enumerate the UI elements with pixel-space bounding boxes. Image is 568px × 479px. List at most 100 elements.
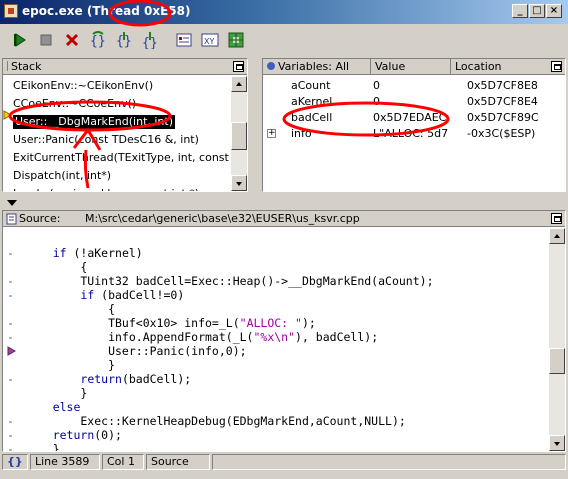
xy-icon: XY (201, 33, 219, 47)
svg-text:XY: XY (204, 37, 214, 46)
step-out-button[interactable]: {} (140, 30, 160, 50)
status-bar: {} Line 3589 Col 1 Source (2, 453, 566, 471)
breakpoint-marker[interactable]: - (7, 246, 19, 260)
registers-icon (228, 32, 244, 48)
code-text: } (25, 442, 60, 452)
variable-value[interactable]: L"ALLOC: 5d7... (373, 126, 449, 142)
step-into-button[interactable]: {} (114, 30, 134, 50)
step-over-button[interactable]: {} (88, 30, 108, 50)
value-column-header[interactable]: Value (371, 59, 451, 75)
breakpoint-marker[interactable]: - (7, 288, 19, 302)
variables-pane: Variables: All Value Location aCount 0 0x5… (262, 58, 566, 192)
variable-value[interactable]: 0 (373, 78, 449, 94)
source-mode-selector[interactable]: Source (146, 454, 210, 470)
step-out-icon: {} (142, 32, 158, 49)
variable-location: 0x5D7CF8E4 (467, 95, 538, 108)
variable-location: -0x3C($ESP) (467, 127, 536, 140)
scroll-up-button[interactable] (231, 76, 247, 92)
variable-location: 0x5D7CF89C (467, 111, 539, 124)
variables-header-label: Variables: All (278, 60, 350, 73)
breakpoint-marker[interactable]: - (7, 372, 19, 386)
app-icon[interactable] (4, 4, 18, 18)
source-scrollbar[interactable] (549, 228, 565, 451)
functions-popup-button[interactable]: {} (2, 454, 28, 470)
code-text: { (25, 302, 116, 316)
scroll-down-button[interactable] (549, 435, 565, 451)
column-indicator: Col 1 (102, 454, 144, 470)
close-button[interactable]: × (546, 4, 562, 18)
stack-frame[interactable]: Invoke(unsigned long, const int *) (13, 187, 199, 191)
scroll-thumb[interactable] (549, 348, 565, 374)
expressions-button[interactable]: XY (200, 30, 220, 50)
location-column-header[interactable]: Location (451, 59, 565, 75)
window-title: epoc.exe (Thread 0xE58) (22, 4, 191, 18)
pin-icon[interactable] (233, 61, 244, 72)
breakpoint-marker[interactable]: - (7, 316, 19, 330)
code-text: TBuf<0x10> info=_L("ALLOC: "); (25, 316, 316, 330)
breakpoints-button[interactable] (174, 30, 194, 50)
scroll-up-button[interactable] (549, 228, 565, 244)
stack-frame[interactable]: CEikonEnv::~CEikonEnv() (13, 79, 153, 93)
code-text: return(0); (52, 428, 122, 442)
line-indicator: Line 3589 (30, 454, 100, 470)
stack-frame[interactable]: User::__DbgMarkEnd(int, int) (13, 115, 176, 129)
breakpoints-icon (176, 33, 192, 47)
step-over-icon: {} (90, 31, 106, 49)
title-bar: epoc.exe (Thread 0xE58) _ □ × (0, 0, 568, 24)
source-code-view[interactable]: - if (!aKernel) {- TUint32 badCell=Exec:… (3, 228, 548, 451)
maximize-button[interactable]: □ (529, 4, 545, 18)
code-text: if (!aKernel) (52, 246, 143, 260)
code-text: User::Panic(info,0); (25, 344, 247, 358)
current-line-arrow-icon[interactable] (7, 344, 19, 358)
stack-frame[interactable]: ExitCurrentThread(TExitType, int, const … (13, 151, 247, 165)
scroll-down-button[interactable] (231, 175, 247, 191)
minimize-button[interactable]: _ (512, 4, 528, 18)
status-message (212, 454, 566, 470)
code-text: info.AppendFormat(_L("%x\n"), badCell); (25, 330, 379, 344)
source-path: M:\src\cedar\generic\base\e32\EUSER\us_k… (85, 212, 360, 225)
current-frame-arrow-icon (3, 110, 13, 120)
code-text: TUint32 badCell=Exec::Heap()->__DbgMarkE… (25, 274, 434, 288)
variable-value[interactable]: 0x5D7EDAEC (373, 110, 449, 126)
collapse-icon[interactable] (6, 198, 20, 208)
stack-frame[interactable]: User::Panic(const TDesC16 &, int) (13, 133, 199, 147)
code-text: } (25, 358, 116, 372)
scroll-thumb[interactable] (231, 122, 247, 150)
run-button[interactable] (10, 30, 30, 50)
expand-icon[interactable]: + (267, 129, 276, 138)
breakpoint-marker[interactable]: - (7, 330, 19, 344)
stack-frame[interactable]: CCoeEnv::~CCoeEnv() (13, 97, 136, 111)
kill-button[interactable] (62, 30, 82, 50)
code-text: } (25, 386, 88, 400)
stack-pane: Stack CEikonEnv::~CEikonEnv()CCoeEnv::~C… (2, 58, 248, 192)
stack-header-label: Stack (11, 60, 42, 73)
svg-text:{}: {} (90, 34, 106, 49)
breakpoint-marker[interactable]: - (7, 414, 19, 428)
variables-header: Variables: All Value Location (263, 59, 565, 75)
code-text: Exec::KernelHeapDebug(EDbgMarkEnd,aCount… (25, 414, 406, 428)
variables-icon (267, 62, 275, 70)
breakpoint-marker[interactable]: - (7, 428, 19, 442)
source-pane: Source: M:\src\cedar\generic\base\e32\EU… (2, 210, 566, 452)
breakpoint-marker[interactable]: - (7, 442, 19, 451)
registers-button[interactable] (226, 30, 246, 50)
variable-name: aKernel (291, 95, 333, 108)
kill-icon (65, 33, 79, 47)
variables-column-header[interactable]: Variables: All (263, 59, 371, 75)
stack-frame[interactable]: Dispatch(int, int*) (13, 169, 111, 183)
stop-icon (40, 34, 52, 46)
run-icon (14, 33, 26, 47)
pin-icon[interactable] (551, 61, 562, 72)
pin-icon[interactable] (551, 213, 562, 224)
code-text: { (25, 260, 88, 274)
code-text: if (badCell!=0) (80, 288, 185, 302)
source-file-icon (6, 213, 17, 225)
pane-splitter[interactable] (0, 196, 568, 210)
variable-name: aCount (291, 79, 331, 92)
stop-button[interactable] (36, 30, 56, 50)
toolbar: {} {} {} XY (0, 26, 568, 54)
variable-name: info (291, 127, 312, 140)
breakpoint-marker[interactable]: - (7, 274, 19, 288)
stack-scrollbar[interactable] (231, 76, 247, 191)
variable-value[interactable]: 0 (373, 94, 449, 110)
